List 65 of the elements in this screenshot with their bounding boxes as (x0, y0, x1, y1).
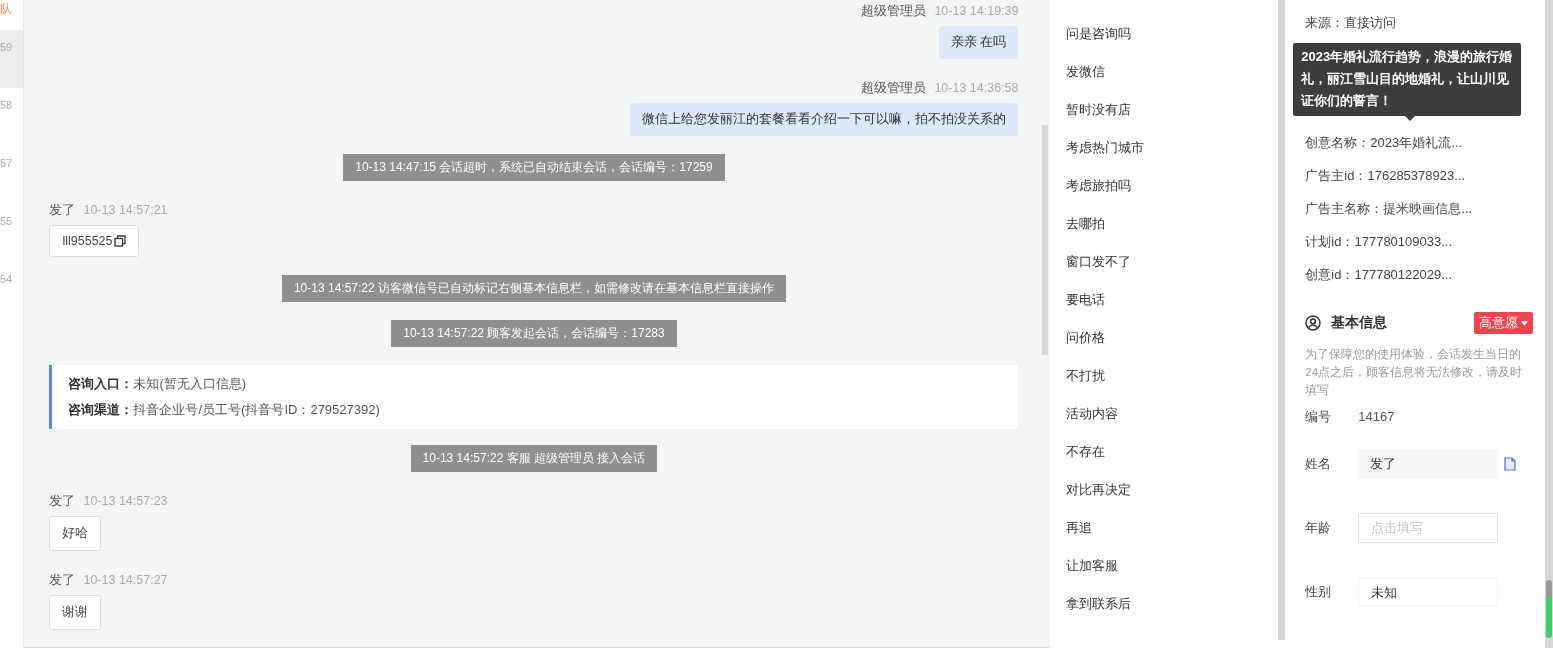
section-title: 基本信息 (1331, 314, 1389, 332)
source-info-row-text: 广告主名称：提米映画信息... (1305, 200, 1474, 218)
field-value: 14167 (1358, 408, 1395, 426)
system-notice: 10-13 14:47:15 会话超时，系统已自动结束会话，会话编号：17259 (343, 154, 725, 181)
source-info-row-text: 创意id：177780122029... (1305, 266, 1454, 284)
quick-reply-item[interactable]: 问价格 (1050, 319, 1278, 357)
quick-reply-item[interactable]: 活动内容 (1050, 395, 1278, 433)
scrollbar[interactable] (1042, 125, 1049, 355)
entry-label: 咨询入口： (68, 376, 134, 391)
system-notice: 10-13 14:57:22 顾客发起会话，会话编号：17283 (391, 320, 677, 347)
message-bubble: lll955525 (49, 225, 139, 257)
quick-reply-item[interactable]: 考虑热门城市 (1050, 129, 1278, 167)
quick-reply-item[interactable]: 对比再决定 (1050, 471, 1278, 509)
source-info-row-text: 计划id：177780109033... (1305, 233, 1454, 251)
quick-reply-item[interactable]: 发微信 (1050, 53, 1278, 91)
message-bubble: 微信上给您发丽江的套餐看看介绍一下可以嘛，拍不拍没关系的 (630, 103, 1019, 136)
message-time: 10-13 14:19:39 (934, 4, 1019, 18)
message-bubble: 谢谢 (49, 595, 102, 630)
document-icon[interactable] (1504, 457, 1517, 471)
tooltip: 2023年婚礼流行趋势，浪漫的旅行婚礼，丽江雪山目的地婚礼，让山川见证你们的誓言！ (1293, 43, 1522, 116)
message-bubble: 亲亲 在吗 (939, 26, 1019, 59)
tooltip-arrow (1405, 116, 1416, 121)
quick-reply-item[interactable]: 暂时没有店 (1050, 91, 1278, 129)
quick-reply-item[interactable]: 去哪拍 (1050, 205, 1278, 243)
message-time: 10-13 14:57:27 (83, 573, 168, 587)
entry-value: 抖音企业号/员工号(抖音号ID：279527392) (133, 402, 380, 417)
sender-name: 超级管理员 (861, 2, 927, 20)
field-label: 性别 (1305, 583, 1333, 601)
message-time: 10-13 14:36:58 (934, 81, 1019, 95)
quick-reply-item[interactable]: 让加客服 (1050, 547, 1278, 585)
gender-select[interactable]: 未知 (1358, 577, 1499, 607)
message-time: 10-13 14:57:23 (83, 494, 168, 508)
scrollbar[interactable] (1545, 0, 1553, 648)
system-notice: 10-13 14:57:22 客服 超级管理员 接入会话 (410, 445, 658, 472)
source-info-row-text: 来源：直接访问 (1305, 14, 1398, 32)
scrollbar[interactable] (1278, 0, 1286, 640)
entry-value: 未知(暂无入口信息) (133, 376, 247, 391)
quick-reply-item[interactable]: 考虑旅拍吗 (1050, 167, 1278, 205)
field-label: 年龄 (1305, 519, 1333, 537)
sender-name: 发了 (49, 492, 76, 510)
system-notice: 10-13 14:57:22 访客微信号已自动标记右侧基本信息栏，如需修改请在基本信息栏直接操作 (281, 275, 786, 302)
entry-label: 咨询渠道： (68, 402, 134, 417)
quick-reply-item[interactable]: 窗口发不了 (1050, 243, 1278, 281)
sender-name: 发了 (49, 201, 76, 219)
user-circle-icon (1305, 315, 1322, 331)
quick-reply-item[interactable]: 要电话 (1050, 281, 1278, 319)
sender-name: 发了 (49, 571, 76, 589)
notice-text: 为了保障您的使用体验，会话发生当日的24点之后，顾客信息将无法修改，请及时填写 (1305, 347, 1524, 398)
message-bubble: 好哈 (49, 516, 102, 551)
quick-reply-item[interactable]: 问是咨询吗 (1050, 15, 1278, 53)
sender-name: 超级管理员 (861, 79, 927, 97)
name-field[interactable]: 发了 (1358, 449, 1499, 479)
message-time: 10-13 14:57:21 (83, 203, 168, 217)
copy-icon[interactable] (113, 235, 126, 247)
source-info-row-text: 创意名称：2023年婚礼流... (1305, 134, 1464, 152)
caret-icon (1521, 320, 1529, 326)
quick-reply-item[interactable]: 再追 (1050, 509, 1278, 547)
quick-reply-item[interactable]: 不打扰 (1050, 357, 1278, 395)
quick-reply-item[interactable]: 不存在 (1050, 433, 1278, 471)
quick-reply-item[interactable]: 拿到联系后 (1050, 585, 1278, 623)
source-info-row-text: 广告主id：176285378923... (1305, 167, 1467, 185)
session-list-header: 队 (0, 1, 13, 18)
intent-dropdown[interactable]: 高意愿 (1474, 312, 1534, 334)
field-label: 编号 (1305, 408, 1333, 426)
field-label: 姓名 (1305, 455, 1333, 473)
